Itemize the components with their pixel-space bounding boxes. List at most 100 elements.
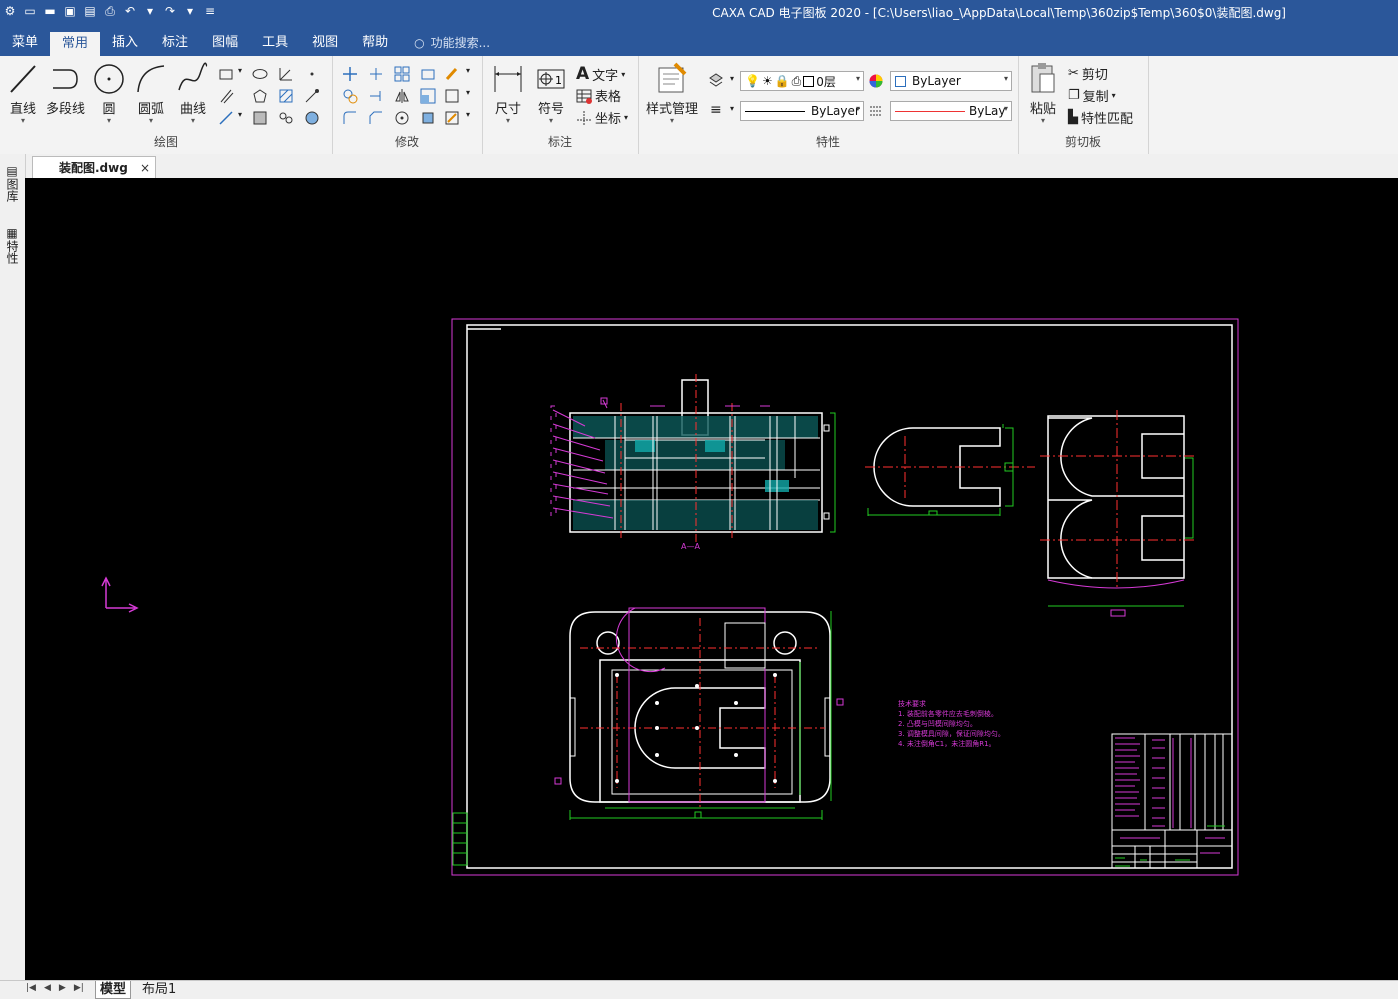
fillet-icon[interactable] [342,110,358,126]
rectangle-dropdown-icon[interactable]: ▾ [238,66,242,75]
last-layout-icon[interactable]: ▶| [74,983,84,993]
next-layout-icon[interactable]: ▶ [59,983,66,993]
curve-button[interactable]: 曲线 ▾ [176,62,210,125]
document-tab-label: 装配图.dwg [59,161,128,175]
region-icon[interactable] [304,110,320,126]
scissors-icon: ✂ [1068,66,1079,81]
first-layout-icon[interactable]: |◀ [26,983,36,993]
app-icon[interactable]: ⚙ [2,3,18,19]
parallel-line-icon[interactable] [218,88,234,104]
explode-icon[interactable] [420,110,436,126]
undo-icon[interactable]: ↶ [122,3,138,19]
lineweight-icon[interactable] [868,103,884,119]
sidebar-item-properties[interactable]: ▦特性 [4,226,21,264]
tab-tools[interactable]: 工具 [250,30,300,56]
properties-edit-dropdown-icon[interactable]: ▾ [466,110,470,119]
arc-button[interactable]: 圆弧 ▾ [134,62,168,125]
redo-dropdown-icon[interactable]: ▾ [182,3,198,19]
polygon-icon[interactable] [252,88,268,104]
layer-manager-icon[interactable] [708,72,724,88]
layout-tab-model[interactable]: 模型 [95,981,132,999]
move-icon[interactable] [342,66,358,82]
save-as-icon[interactable]: ▤ [82,3,98,19]
tab-annotate[interactable]: 标注 [150,30,200,56]
block-icon[interactable] [252,110,268,126]
drawing-canvas[interactable]: A—A 技术要求 1. 装配前各零件应去毛刺倒棱。 2. 凸模与凹模间隙均匀。 … [25,178,1398,980]
stretch-icon[interactable] [444,88,460,104]
cut-button[interactable]: ✂ 剪切 [1068,64,1108,83]
curve-label: 曲线 [179,102,206,117]
hatch-icon[interactable] [278,88,294,104]
tab-common[interactable]: 常用 [50,30,101,56]
center-line-icon[interactable] [304,88,320,104]
color-wheel-icon[interactable] [868,73,884,89]
customize-toolbar-icon[interactable]: ≡ [202,3,218,19]
layer-manager-dropdown-icon[interactable]: ▾ [730,74,734,83]
tab-help[interactable]: 帮助 [350,30,400,56]
print-icon[interactable]: ⎙ [102,3,118,19]
table-button[interactable]: 表格 [576,86,621,105]
lineweight-list-icon[interactable]: ≡ [710,102,722,118]
paste-button[interactable]: 粘贴 ▾ [1028,62,1058,125]
arc-icon [137,65,165,93]
copy-label: 复制 [1082,90,1109,105]
polyline-button[interactable]: 多段线 [46,62,85,117]
rotate-icon[interactable] [394,110,410,126]
construction-line-icon[interactable] [218,110,234,126]
point-icon[interactable] [304,66,320,82]
new-file-icon[interactable]: ▭ [22,3,38,19]
tab-sheet[interactable]: 图幅 [200,30,250,56]
array-icon[interactable] [394,66,410,82]
function-search[interactable]: ○ 功能搜索... [414,30,490,56]
linetype-select[interactable]: ByLayer ▾ [740,101,864,121]
cloud-icon[interactable] [278,110,294,126]
close-tab-icon[interactable]: × [140,161,150,175]
scale-icon[interactable] [420,88,436,104]
layout-tab-layout1[interactable]: 布局1 [138,981,180,998]
annotate-group: 尺寸 ▾ 1 符号 ▾ A 文字 ▾ 表格 坐标 ▾ 标注 [482,56,639,154]
open-file-icon[interactable]: ▬ [42,3,58,19]
undo-dropdown-icon[interactable]: ▾ [142,3,158,19]
modify-group-label: 修改 [394,135,419,149]
prev-layout-icon[interactable]: ◀ [44,983,51,993]
drawing-svg[interactable]: A—A 技术要求 1. 装配前各零件应去毛刺倒棱。 2. 凸模与凹模间隙均匀。 … [25,178,1398,980]
chamfer-icon[interactable] [368,110,384,126]
tab-menu[interactable]: 菜单 [0,30,50,56]
rectangle-icon[interactable] [218,66,234,82]
text-icon: A [576,64,590,84]
clipboard-group-label: 剪切板 [1064,135,1101,149]
mirror-icon[interactable] [394,88,410,104]
style-manager-button[interactable]: 样式管理 ▾ [646,62,698,125]
edit-dropdown-icon[interactable]: ▾ [466,66,470,75]
construction-line-dropdown-icon[interactable]: ▾ [238,110,242,119]
extend-icon[interactable] [368,88,384,104]
redo-icon[interactable]: ↷ [162,3,178,19]
circle-button[interactable]: 圆 ▾ [92,62,126,125]
dimension-label: 尺寸 [494,102,521,117]
tab-view[interactable]: 视图 [300,30,350,56]
edit-pen-icon[interactable] [444,66,460,82]
ellipse-icon[interactable] [252,66,268,82]
copy-button[interactable]: ❐ 复制 ▾ [1068,86,1116,105]
text-button[interactable]: A 文字 ▾ [576,64,625,84]
save-icon[interactable]: ▣ [62,3,78,19]
dimension-button[interactable]: 尺寸 ▾ [492,62,524,125]
line-button[interactable]: 直线 ▾ [8,62,38,125]
layer-select[interactable]: 💡 ☀ 🔒 ⎙ 0层 ▾ [740,71,864,91]
copy-objects-icon[interactable] [342,88,358,104]
document-tab[interactable]: 装配图.dwg × [32,156,156,178]
match-properties-button[interactable]: ▙ 特性匹配 [1068,108,1133,127]
trim-icon[interactable] [368,66,384,82]
properties-edit-icon[interactable] [444,110,460,126]
angle-line-icon[interactable] [278,66,294,82]
linetype-sample [745,110,805,112]
offset-icon[interactable] [420,66,436,82]
tab-insert[interactable]: 插入 [100,30,150,56]
lineweight-list-dropdown-icon[interactable]: ▾ [730,104,734,113]
stretch-dropdown-icon[interactable]: ▾ [466,88,470,97]
symbol-button[interactable]: 1 符号 ▾ [536,62,566,125]
sidebar-item-library[interactable]: ▤图库 [4,164,21,202]
lineweight-select[interactable]: ByLay ▾ [890,101,1012,121]
color-select[interactable]: ByLayer ▾ [890,71,1012,91]
coordinate-button[interactable]: 坐标 ▾ [576,108,628,127]
